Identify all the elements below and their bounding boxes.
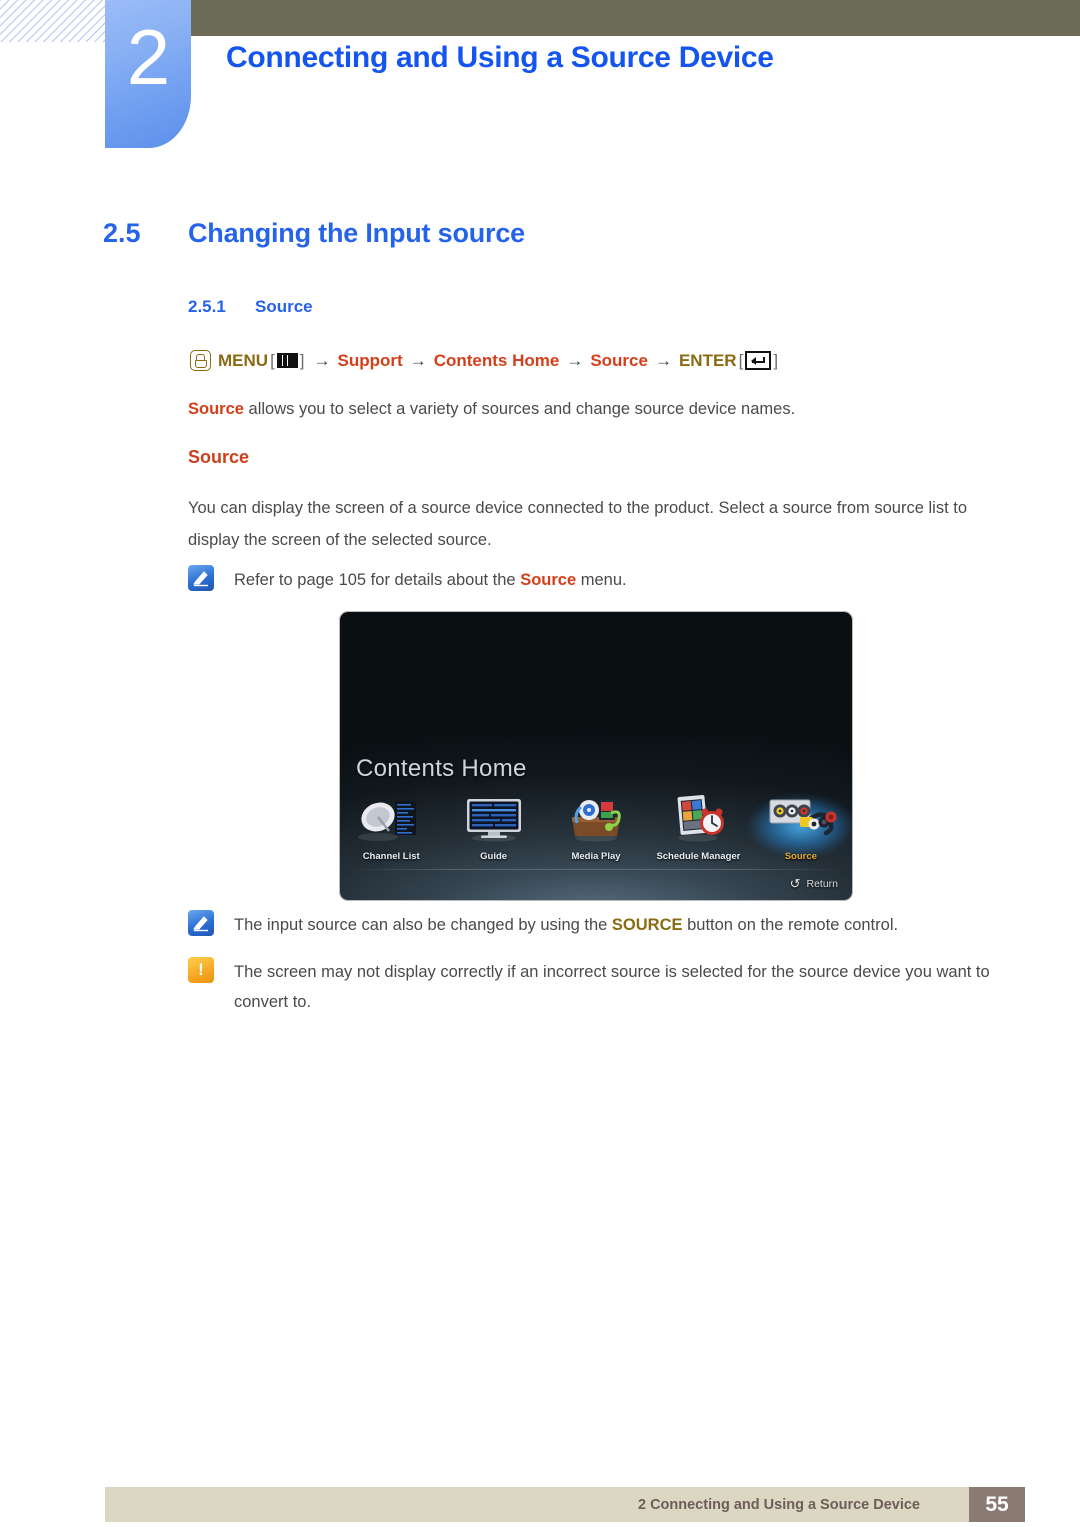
satellite-dish-icon <box>354 791 428 843</box>
path-arrow-3: → <box>566 350 584 370</box>
footer-page-number: 55 <box>969 1487 1025 1522</box>
screen-item-source[interactable]: Source <box>750 791 852 862</box>
note-a-highlight: Source <box>520 571 577 589</box>
note-row-warning-incorrect-source: The screen may not display correctly if … <box>188 957 1028 1017</box>
screen-item-media-play[interactable]: Media Play <box>545 791 647 862</box>
screen-return-control[interactable]: ↺ Return <box>790 876 838 892</box>
menu-path-step-support: Support <box>337 350 403 370</box>
screen-item-channel-list[interactable]: Channel List <box>340 791 442 862</box>
note-a-post: menu. <box>576 571 627 589</box>
note-row-refer-page: Refer to page 105 for details about the … <box>188 565 1018 595</box>
intro-rest: allows you to select a variety of source… <box>243 400 796 418</box>
chapter-number-tab: 2 <box>105 0 191 148</box>
screen-title: Contents Home <box>356 755 527 782</box>
menu-path-enter-label: ENTER <box>678 350 737 370</box>
screen-item-label: Media Play <box>571 851 621 862</box>
screen-item-label: Channel List <box>362 851 420 862</box>
bracket-close: ] <box>299 350 305 370</box>
note-pencil-icon <box>188 910 214 936</box>
note-row-remote-source-button: The input source can also be changed by … <box>188 910 1028 940</box>
screen-divider <box>350 869 842 870</box>
corner-hatch-decoration <box>0 0 108 42</box>
screen-item-row: Channel List Guide Media Play Schedule M… <box>340 791 852 862</box>
note-b-post: button on the remote control. <box>682 916 899 934</box>
note-text: Refer to page 105 for details about the … <box>234 565 627 595</box>
menu-bars-icon <box>276 353 298 368</box>
chapter-number: 2 <box>126 13 170 101</box>
bracket-open: [ <box>270 350 275 370</box>
source-subheading: Source <box>188 447 250 467</box>
screen-item-label: Guide <box>480 851 508 862</box>
enter-return-icon <box>745 351 772 370</box>
note-b-pre: The input source can also be changed by … <box>234 916 612 934</box>
warning-icon <box>188 957 214 983</box>
note-a-pre: Refer to page 105 for details about the <box>234 571 521 589</box>
media-box-icon <box>559 791 633 843</box>
intro-highlight: Source <box>188 400 244 418</box>
av-connectors-icon <box>764 791 838 843</box>
footer-chapter-label: 2 Connecting and Using a Source Device <box>637 1497 920 1513</box>
path-arrow-4: → <box>654 350 672 370</box>
note-text: The screen may not display correctly if … <box>234 963 990 1011</box>
tv-guide-icon <box>457 791 531 843</box>
section-title: Changing the Input source <box>188 218 525 248</box>
path-arrow-2: → <box>409 350 427 370</box>
note-pencil-icon <box>188 565 214 591</box>
screen-item-guide[interactable]: Guide <box>442 791 544 862</box>
note-b-highlight: SOURCE <box>611 916 683 934</box>
section-number: 2.5 <box>103 218 141 248</box>
screen-return-label: Return <box>806 878 838 890</box>
menu-path-breadcrumb: MENU [ ] → Support → Contents Home → Sou… <box>190 350 780 371</box>
schedule-clock-icon <box>661 791 735 843</box>
body-paragraph: You can display the screen of a source d… <box>188 499 967 549</box>
intro-paragraph: Source allows you to select a variety of… <box>188 393 1008 425</box>
subsection-title: Source <box>255 297 313 316</box>
hand-press-icon <box>190 350 211 371</box>
menu-path-step-contents-home: Contents Home <box>433 350 560 370</box>
note-text: The input source can also be changed by … <box>234 910 898 940</box>
screen-item-schedule-manager[interactable]: Schedule Manager <box>647 791 749 862</box>
path-arrow-1: → <box>313 350 331 370</box>
pencil-glyph <box>193 916 208 932</box>
chapter-title: Connecting and Using a Source Device <box>226 41 774 74</box>
bracket-open-2: [ <box>738 350 744 370</box>
return-arrow-icon: ↺ <box>789 876 801 891</box>
contents-home-screenshot: Contents Home Channel List Guide Media P… <box>340 612 852 900</box>
menu-path-menu-label: MENU <box>218 350 269 370</box>
pencil-glyph <box>193 571 208 587</box>
menu-path-step-source: Source <box>590 350 648 370</box>
subsection-number: 2.5.1 <box>188 297 226 316</box>
screen-item-label: Schedule Manager <box>656 851 741 862</box>
chapter-header-band <box>190 0 1080 36</box>
bracket-close-2: ] <box>773 350 779 370</box>
